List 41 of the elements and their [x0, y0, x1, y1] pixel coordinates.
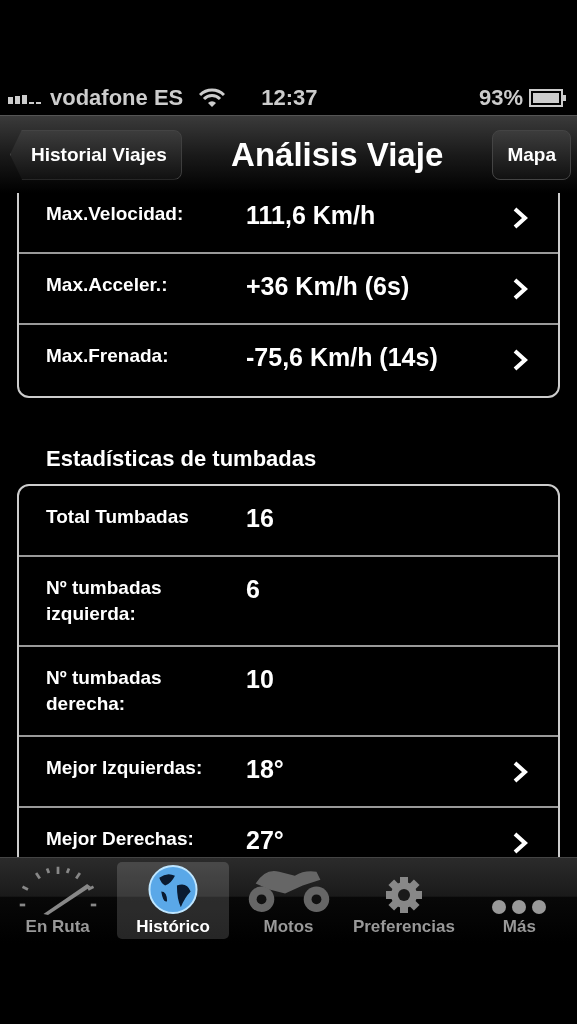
row-label: Nº tumbadas izquierda: [46, 576, 163, 626]
more-icon [491, 899, 548, 915]
tab-item[interactable]: Más [463, 862, 576, 939]
row-label: Max.Velocidad: [46, 202, 185, 226]
row-label: Mejor Izquierdas: [46, 756, 204, 780]
map-button[interactable]: Mapa [492, 129, 571, 180]
row-value: 16 [246, 503, 275, 534]
row-value: 6 [246, 574, 261, 605]
row-value: 111,6 Km/h [246, 200, 377, 231]
row-value: -75,6 Km/h (14s) [246, 342, 439, 373]
carrier-name: vodafone ES [50, 84, 184, 111]
tab-item[interactable]: Motos [232, 862, 345, 939]
clock-time: 12:37 [261, 84, 318, 111]
table-row[interactable]: Mejor Izquierdas: 18° [19, 737, 558, 808]
row-value: 27° [246, 825, 285, 856]
row-label: Mejor Derechas: [46, 827, 195, 851]
tab-item[interactable]: Histórico [117, 862, 229, 939]
row-value: 10 [246, 664, 275, 695]
row-label: Max.Frenada: [46, 344, 170, 368]
back-button[interactable]: Historial Viajes [10, 129, 182, 180]
globe-icon [147, 864, 200, 915]
row-value: 18° [246, 754, 285, 785]
row-label: Total Tumbadas [46, 505, 190, 529]
table-row[interactable]: Nº tumbadas derecha: 10 [19, 647, 558, 737]
battery-percent: 93% [478, 84, 523, 111]
wifi-icon [199, 87, 226, 108]
table-row[interactable]: Total Tumbadas 16 [19, 486, 558, 557]
row-label: Max.Acceler.: [46, 273, 169, 297]
section-header: Estadísticas de tumbadas [46, 446, 318, 472]
tab-item[interactable]: Preferencias [348, 862, 460, 939]
table-row[interactable]: Nº tumbadas izquierda: 6 [19, 557, 558, 647]
battery-icon [529, 88, 567, 107]
settings-icon [383, 875, 424, 915]
table-row[interactable]: Mejor Derechas: 27° [19, 808, 558, 857]
tab-item[interactable]: En Ruta [2, 862, 114, 939]
table-row[interactable]: Max.Velocidad: 111,6 Km/h [19, 193, 558, 254]
table-row[interactable]: Max.Acceler.: +36 Km/h (6s) [19, 254, 558, 325]
screen-title: Análisis Viaje [230, 135, 445, 174]
row-value: +36 Km/h (6s) [246, 271, 411, 302]
row-label: Nº tumbadas derecha: [46, 666, 163, 716]
table-row[interactable]: Max.Frenada: -75,6 Km/h (14s) [19, 325, 558, 396]
